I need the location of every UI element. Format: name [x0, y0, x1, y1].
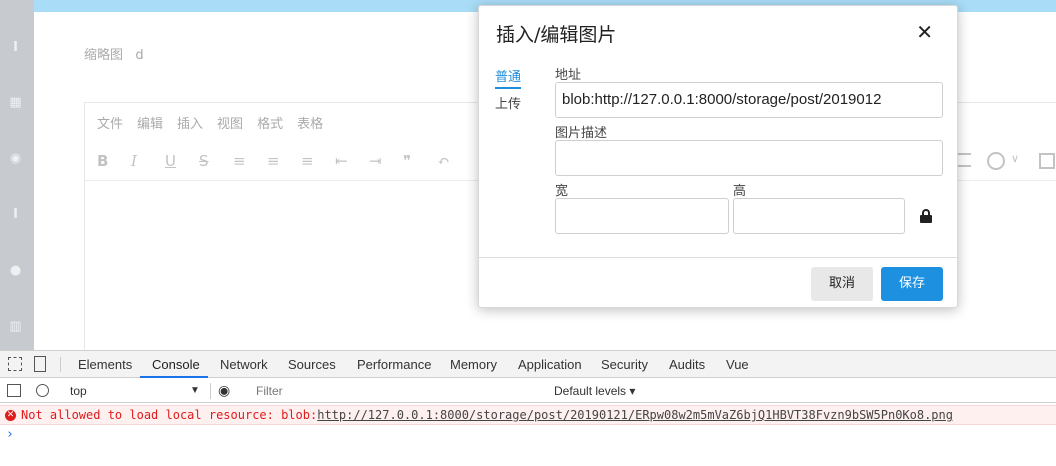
clock-icon[interactable]	[987, 152, 1005, 170]
text-icon[interactable]: I	[8, 40, 23, 55]
underline-icon[interactable]: U	[165, 152, 199, 170]
tab-console[interactable]: Console	[152, 357, 200, 372]
height-input[interactable]	[733, 198, 905, 234]
tab-security[interactable]: Security	[601, 357, 648, 372]
menu-format[interactable]: 格式	[257, 113, 283, 132]
menu-edit[interactable]: 编辑	[137, 113, 163, 132]
error-prefix: Not allowed to load local resource: blob…	[21, 408, 318, 422]
dialog-footer: 取消 保存	[479, 257, 957, 309]
tab-upload[interactable]: 上传	[495, 93, 521, 112]
height-label: 高	[733, 184, 747, 199]
inspect-element-icon[interactable]	[8, 357, 22, 371]
menu-insert[interactable]: 插入	[177, 113, 203, 132]
sidebar-toggle-icon[interactable]	[7, 384, 21, 397]
tab-vue[interactable]: Vue	[726, 357, 749, 372]
thumbnail-label: 缩略图	[84, 48, 124, 63]
insert-image-dialog: 插入/编辑图片 ✕ 普通 上传 地址 blob:http://127.0.0.1…	[478, 5, 958, 308]
tab-application[interactable]: Application	[518, 357, 582, 372]
save-button[interactable]: 保存	[881, 267, 943, 301]
grid-icon[interactable]: ▦	[8, 95, 23, 110]
align-right-icon[interactable]: ≡	[301, 152, 335, 170]
eye-icon[interactable]: ◉	[218, 382, 230, 399]
book-icon[interactable]: ▥	[8, 319, 23, 334]
description-label: 图片描述	[555, 126, 608, 141]
thumbnail-value: d	[135, 48, 144, 63]
chevron-down-icon[interactable]: ∨	[1011, 152, 1019, 165]
console-error-row: ✕ Not allowed to load local resource: bl…	[0, 405, 1056, 425]
error-message: Not allowed to load local resource: blob…	[21, 406, 953, 424]
bold-icon[interactable]: B	[97, 152, 131, 170]
tab-memory[interactable]: Memory	[450, 357, 497, 372]
text-icon[interactable]: I	[8, 207, 23, 222]
dialog-title: 插入/编辑图片	[496, 24, 617, 46]
horizontal-rule-icon[interactable]	[957, 153, 971, 167]
speech-icon[interactable]: ●	[8, 263, 23, 278]
device-toolbar-icon[interactable]	[34, 356, 46, 372]
tab-general[interactable]: 普通	[495, 66, 522, 89]
outdent-icon[interactable]: ⇤	[335, 152, 369, 170]
lock-icon[interactable]	[920, 209, 932, 223]
filter-input[interactable]: Filter	[248, 382, 546, 400]
undo-icon[interactable]: ↶	[437, 152, 471, 170]
width-input[interactable]	[555, 198, 729, 234]
console-prompt[interactable]: ›	[6, 427, 14, 442]
menu-view[interactable]: 视图	[217, 113, 243, 132]
error-link[interactable]: http://127.0.0.1:8000/storage/post/20190…	[317, 408, 953, 422]
left-sidebar: I ▦ ◉ I ● ▥	[0, 0, 34, 350]
width-label: 宽	[555, 184, 569, 199]
indent-icon[interactable]: ⇥	[369, 152, 403, 170]
source-input[interactable]: blob:http://127.0.0.1:8000/storage/post/…	[555, 82, 943, 118]
tab-audits[interactable]: Audits	[669, 357, 705, 372]
media-icon[interactable]	[1039, 153, 1055, 169]
close-icon[interactable]: ✕	[916, 20, 933, 44]
menu-table[interactable]: 表格	[297, 113, 323, 132]
devtools-tabbar: Elements Console Network Sources Perform…	[0, 351, 1056, 378]
tab-sources[interactable]: Sources	[288, 357, 336, 372]
target-icon[interactable]: ◉	[8, 151, 23, 166]
console-toolbar: top ▼ ◉ Filter Default levels ▾	[0, 379, 1056, 403]
cancel-button[interactable]: 取消	[811, 267, 873, 301]
source-label: 地址	[555, 68, 582, 83]
blockquote-icon[interactable]: ❞	[403, 152, 437, 170]
context-dropdown-icon[interactable]: ▼	[190, 385, 200, 396]
context-selector[interactable]: top	[70, 384, 87, 398]
tab-elements[interactable]: Elements	[78, 357, 132, 372]
log-levels-dropdown[interactable]: Default levels ▾	[554, 384, 635, 398]
error-icon: ✕	[5, 410, 16, 421]
strikethrough-icon[interactable]: S	[199, 152, 233, 170]
active-tab-indicator	[140, 376, 208, 378]
clear-console-icon[interactable]	[36, 384, 49, 397]
align-left-icon[interactable]: ≡	[233, 152, 267, 170]
tab-performance[interactable]: Performance	[357, 357, 431, 372]
tab-network[interactable]: Network	[220, 357, 268, 372]
align-center-icon[interactable]: ≡	[267, 152, 301, 170]
italic-icon[interactable]: I	[131, 152, 165, 170]
thumbnail-field: 缩略图 d	[84, 44, 144, 63]
devtools-panel: Elements Console Network Sources Perform…	[0, 350, 1056, 466]
menu-file[interactable]: 文件	[97, 113, 123, 132]
description-input[interactable]	[555, 140, 943, 176]
